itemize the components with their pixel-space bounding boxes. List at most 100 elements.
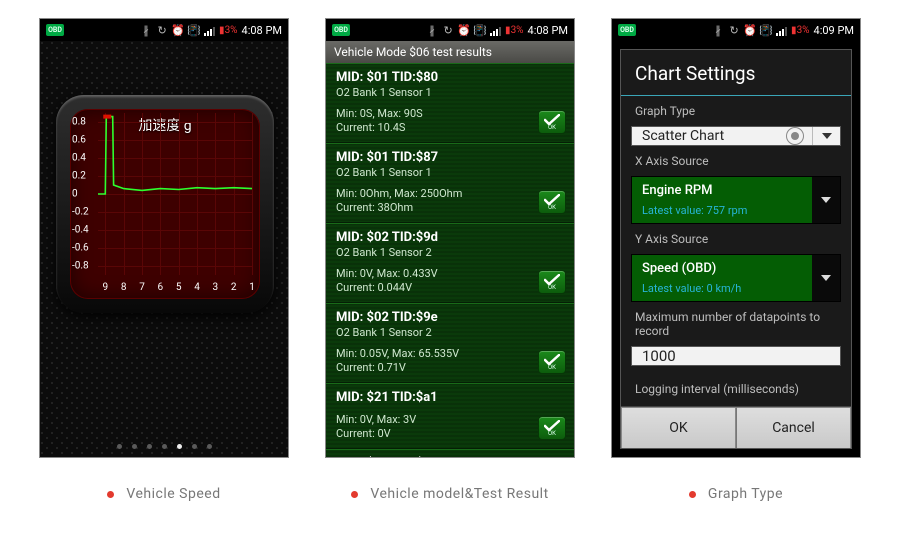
- page-indicator[interactable]: [40, 444, 288, 449]
- x-tick: 9: [103, 282, 109, 293]
- y-axis-select[interactable]: Speed (OBD) Latest value: 0 km/h: [631, 254, 841, 302]
- test-result-item[interactable]: MID: $21 TID:$a1 Min: 0V, Max: 3VCurrent:…: [326, 383, 574, 449]
- bullet-icon: [107, 491, 114, 498]
- max-points-input[interactable]: 1000: [631, 346, 841, 366]
- ok-badge[interactable]: OK: [538, 190, 566, 214]
- sensor-label: O2 Bank 1 Sensor 1: [336, 86, 564, 99]
- mid-tid: MID: $01 TID:$87: [336, 150, 564, 165]
- y-tick: -0.2: [72, 207, 89, 218]
- mid-tid: MID: $01 TID:$80: [336, 70, 564, 85]
- x-tick: 8: [121, 282, 127, 293]
- test-result-item[interactable]: MID: $01 TID:$87O2 Bank 1 Sensor 1 Min: 0…: [326, 143, 574, 223]
- ok-badge[interactable]: OK: [538, 270, 566, 294]
- x-axis-latest: Latest value: 757 rpm: [642, 204, 802, 217]
- clock: 4:08 PM: [528, 24, 568, 37]
- vibrate-icon: 📳: [188, 24, 200, 36]
- min-max: Min: 0Ohm, Max: 250Ohm: [336, 187, 564, 200]
- battery-indicator: ▮3%: [219, 25, 237, 36]
- current-value: Current: 0V: [336, 427, 564, 440]
- clock: 4:09 PM: [814, 24, 854, 37]
- ok-badge[interactable]: OK: [538, 110, 566, 134]
- clock: 4:08 PM: [242, 24, 282, 37]
- phone-chart-settings: OBD ∦ ↻ ⏰ 📳 ▮3% 4:09 PM Chart Settings G…: [611, 18, 861, 458]
- chart-gauge: 加速度 g 0.80.60.40.20-0.2-0.4-0.6-0.898765…: [56, 95, 274, 313]
- signal-icon: [490, 24, 501, 36]
- radio-icon: [786, 127, 804, 145]
- phone-vehicle-speed: OBD ∦ ↻ ⏰ 📳 ▮3% 4:08 PM 加速度 g 0.80.60.40…: [39, 18, 289, 458]
- caption-test-result: Vehicle model&Test Result: [351, 486, 548, 502]
- ok-button[interactable]: OK: [621, 407, 736, 449]
- alarm-icon: ⏰: [744, 24, 756, 36]
- label-y-axis: Y Axis Source: [621, 224, 851, 250]
- mid-tid: MID: $31 TID:$D0: [336, 456, 564, 457]
- min-max: Min: 0.05V, Max: 65.535V: [336, 347, 564, 360]
- y-tick: -0.6: [72, 243, 89, 254]
- y-tick: 0.6: [72, 135, 86, 146]
- test-result-item[interactable]: MID: $02 TID:$9dO2 Bank 1 Sensor 2 Min: 0…: [326, 223, 574, 303]
- min-max: Min: 0V, Max: 0.433V: [336, 267, 564, 280]
- test-result-item[interactable]: MID: $02 TID:$9eO2 Bank 1 Sensor 2 Min: 0…: [326, 303, 574, 383]
- sensor-label: O2 Bank 1 Sensor 1: [336, 166, 564, 179]
- label-max-points: Maximum number of datapoints to record: [621, 302, 851, 342]
- caption-vehicle-speed: Vehicle Speed: [107, 486, 220, 502]
- x-tick: 5: [176, 282, 182, 293]
- vibrate-icon: 📳: [474, 24, 486, 36]
- y-tick: 0.2: [72, 171, 86, 182]
- ok-badge[interactable]: OK: [538, 416, 566, 440]
- current-value: Current: 38Ohm: [336, 201, 564, 214]
- settings-dialog: Chart Settings Graph Type Scatter Chart …: [620, 49, 852, 449]
- sensor-label: O2 Bank 1 Sensor 2: [336, 326, 564, 339]
- x-tick: 4: [194, 282, 200, 293]
- signal-icon: [204, 24, 215, 36]
- sync-icon: ↻: [442, 24, 454, 36]
- x-axis-value: Engine RPM: [642, 183, 802, 198]
- y-tick: -0.8: [72, 261, 89, 272]
- test-result-list[interactable]: MID: $01 TID:$80O2 Bank 1 Sensor 1Min: 0…: [326, 63, 574, 457]
- obd-icon: OBD: [46, 24, 64, 36]
- battery-indicator: ▮3%: [505, 25, 523, 36]
- cancel-button[interactable]: Cancel: [736, 407, 851, 449]
- label-interval: Logging interval (milliseconds): [621, 374, 851, 406]
- current-value: Current: 0.044V: [336, 281, 564, 294]
- y-tick: 0.8: [72, 117, 86, 128]
- mid-tid: MID: $02 TID:$9d: [336, 230, 564, 245]
- test-result-item[interactable]: MID: $31 TID:$D0: [326, 449, 574, 457]
- min-max: Min: 0V, Max: 3V: [336, 413, 564, 426]
- chevron-down-icon: [812, 127, 840, 145]
- x-tick: 3: [213, 282, 219, 293]
- obd-icon: OBD: [618, 24, 636, 36]
- test-result-item[interactable]: MID: $01 TID:$80O2 Bank 1 Sensor 1Min: 0…: [326, 63, 574, 143]
- chart-plot[interactable]: 0.80.60.40.20-0.2-0.4-0.6-0.8987654321: [98, 113, 252, 275]
- chevron-down-icon: [812, 177, 840, 223]
- bullet-icon: [351, 491, 358, 498]
- battery-indicator: ▮3%: [791, 25, 809, 36]
- chevron-down-icon: [812, 255, 840, 301]
- mid-tid: MID: $02 TID:$9e: [336, 310, 564, 325]
- sensor-label: O2 Bank 1 Sensor 2: [336, 246, 564, 259]
- y-tick: 0: [72, 189, 78, 200]
- y-axis-value: Speed (OBD): [642, 261, 802, 276]
- y-tick: 0.4: [72, 153, 86, 164]
- x-tick: 1: [249, 282, 255, 293]
- current-value: Current: 0.71V: [336, 361, 564, 374]
- x-tick: 6: [158, 282, 164, 293]
- status-bar: OBD ∦ ↻ ⏰ 📳 ▮3% 4:08 PM: [40, 19, 288, 41]
- alarm-icon: ⏰: [172, 24, 184, 36]
- caption-graph-type: Graph Type: [689, 486, 783, 502]
- signal-icon: [776, 24, 787, 36]
- alarm-icon: ⏰: [458, 24, 470, 36]
- sync-icon: ↻: [728, 24, 740, 36]
- bluetooth-icon: ∦: [426, 24, 438, 36]
- ok-badge[interactable]: OK: [538, 350, 566, 374]
- vibrate-icon: 📳: [760, 24, 772, 36]
- y-axis-latest: Latest value: 0 km/h: [642, 282, 802, 295]
- graph-type-select[interactable]: Scatter Chart: [631, 126, 841, 146]
- graph-type-value: Scatter Chart: [632, 128, 786, 144]
- label-graph-type: Graph Type: [621, 96, 851, 122]
- screen-title: Vehicle Mode $06 test results: [326, 41, 574, 63]
- x-axis-select[interactable]: Engine RPM Latest value: 757 rpm: [631, 176, 841, 224]
- mid-tid: MID: $21 TID:$a1: [336, 390, 564, 405]
- sync-icon: ↻: [156, 24, 168, 36]
- bluetooth-icon: ∦: [140, 24, 152, 36]
- bluetooth-icon: ∦: [712, 24, 724, 36]
